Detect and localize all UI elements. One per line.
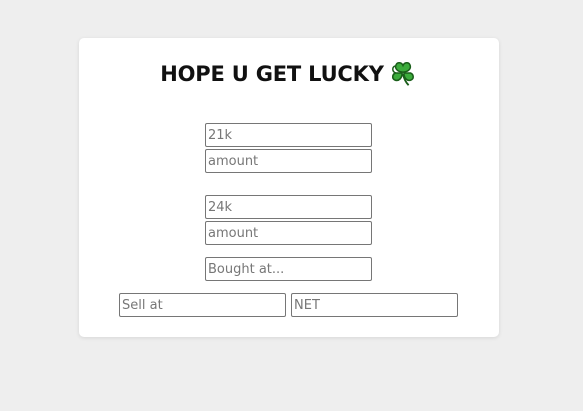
price-21k-input[interactable] (205, 123, 372, 147)
page-title-text: HOPE U GET LUCKY (160, 62, 384, 86)
sell-at-input[interactable] (119, 293, 286, 317)
calculator-card: HOPE U GET LUCKY (79, 38, 499, 337)
net-input[interactable] (291, 293, 458, 317)
bought-at-input[interactable] (205, 257, 372, 281)
shamrock-icon (391, 62, 414, 86)
price-24k-input[interactable] (205, 195, 372, 219)
amount-24k-input[interactable] (205, 221, 372, 245)
page-title: HOPE U GET LUCKY (79, 58, 499, 90)
amount-21k-input[interactable] (205, 149, 372, 173)
